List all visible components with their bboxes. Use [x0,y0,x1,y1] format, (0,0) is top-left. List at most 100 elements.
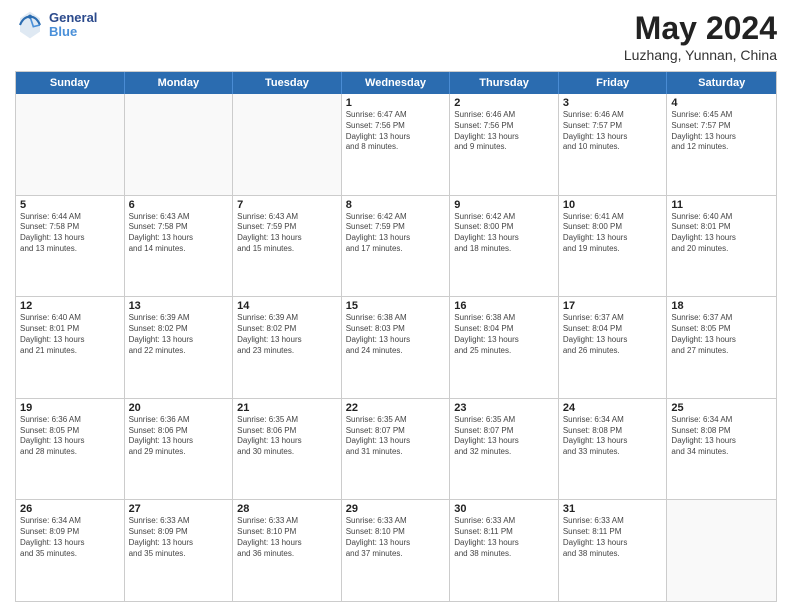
calendar-day-5: 5Sunrise: 6:44 AMSunset: 7:58 PMDaylight… [16,196,125,297]
day-info: Sunrise: 6:38 AMSunset: 8:03 PMDaylight:… [346,313,446,356]
day-number: 6 [129,199,229,211]
calendar-day-30: 30Sunrise: 6:33 AMSunset: 8:11 PMDayligh… [450,500,559,601]
calendar-week-4: 19Sunrise: 6:36 AMSunset: 8:05 PMDayligh… [16,399,776,501]
calendar-day-23: 23Sunrise: 6:35 AMSunset: 8:07 PMDayligh… [450,399,559,500]
day-info: Sunrise: 6:33 AMSunset: 8:10 PMDaylight:… [237,516,337,559]
calendar-empty-cell [16,94,125,195]
calendar-header-day-saturday: Saturday [667,72,776,94]
page: General Blue May 2024 Luzhang, Yunnan, C… [0,0,792,612]
day-number: 20 [129,402,229,414]
day-number: 21 [237,402,337,414]
calendar-week-2: 5Sunrise: 6:44 AMSunset: 7:58 PMDaylight… [16,196,776,298]
logo-line1: General [49,11,97,25]
calendar-day-19: 19Sunrise: 6:36 AMSunset: 8:05 PMDayligh… [16,399,125,500]
day-number: 2 [454,97,554,109]
day-info: Sunrise: 6:34 AMSunset: 8:08 PMDaylight:… [563,415,663,458]
day-number: 11 [671,199,772,211]
day-number: 7 [237,199,337,211]
day-number: 3 [563,97,663,109]
calendar-day-28: 28Sunrise: 6:33 AMSunset: 8:10 PMDayligh… [233,500,342,601]
page-subtitle: Luzhang, Yunnan, China [624,47,777,63]
day-number: 4 [671,97,772,109]
page-title: May 2024 [624,10,777,47]
day-info: Sunrise: 6:46 AMSunset: 7:56 PMDaylight:… [454,110,554,153]
day-info: Sunrise: 6:43 AMSunset: 7:59 PMDaylight:… [237,212,337,255]
day-info: Sunrise: 6:41 AMSunset: 8:00 PMDaylight:… [563,212,663,255]
calendar-day-9: 9Sunrise: 6:42 AMSunset: 8:00 PMDaylight… [450,196,559,297]
day-number: 5 [20,199,120,211]
calendar-day-10: 10Sunrise: 6:41 AMSunset: 8:00 PMDayligh… [559,196,668,297]
logo-icon [15,10,45,40]
calendar-day-18: 18Sunrise: 6:37 AMSunset: 8:05 PMDayligh… [667,297,776,398]
day-number: 16 [454,300,554,312]
calendar-day-20: 20Sunrise: 6:36 AMSunset: 8:06 PMDayligh… [125,399,234,500]
day-info: Sunrise: 6:34 AMSunset: 8:09 PMDaylight:… [20,516,120,559]
calendar-day-31: 31Sunrise: 6:33 AMSunset: 8:11 PMDayligh… [559,500,668,601]
day-info: Sunrise: 6:33 AMSunset: 8:11 PMDaylight:… [454,516,554,559]
day-number: 1 [346,97,446,109]
day-info: Sunrise: 6:47 AMSunset: 7:56 PMDaylight:… [346,110,446,153]
calendar-day-17: 17Sunrise: 6:37 AMSunset: 8:04 PMDayligh… [559,297,668,398]
day-info: Sunrise: 6:38 AMSunset: 8:04 PMDaylight:… [454,313,554,356]
day-number: 22 [346,402,446,414]
day-info: Sunrise: 6:33 AMSunset: 8:10 PMDaylight:… [346,516,446,559]
calendar-day-15: 15Sunrise: 6:38 AMSunset: 8:03 PMDayligh… [342,297,451,398]
day-info: Sunrise: 6:35 AMSunset: 8:06 PMDaylight:… [237,415,337,458]
header: General Blue May 2024 Luzhang, Yunnan, C… [15,10,777,63]
day-info: Sunrise: 6:36 AMSunset: 8:06 PMDaylight:… [129,415,229,458]
calendar-week-5: 26Sunrise: 6:34 AMSunset: 8:09 PMDayligh… [16,500,776,601]
calendar-header-day-monday: Monday [125,72,234,94]
day-info: Sunrise: 6:40 AMSunset: 8:01 PMDaylight:… [20,313,120,356]
day-number: 17 [563,300,663,312]
day-info: Sunrise: 6:42 AMSunset: 7:59 PMDaylight:… [346,212,446,255]
calendar-header-day-wednesday: Wednesday [342,72,451,94]
calendar-day-12: 12Sunrise: 6:40 AMSunset: 8:01 PMDayligh… [16,297,125,398]
day-info: Sunrise: 6:46 AMSunset: 7:57 PMDaylight:… [563,110,663,153]
calendar-day-25: 25Sunrise: 6:34 AMSunset: 8:08 PMDayligh… [667,399,776,500]
day-info: Sunrise: 6:37 AMSunset: 8:04 PMDaylight:… [563,313,663,356]
day-info: Sunrise: 6:39 AMSunset: 8:02 PMDaylight:… [237,313,337,356]
day-number: 15 [346,300,446,312]
calendar-day-6: 6Sunrise: 6:43 AMSunset: 7:58 PMDaylight… [125,196,234,297]
calendar-body: 1Sunrise: 6:47 AMSunset: 7:56 PMDaylight… [16,94,776,601]
calendar-day-3: 3Sunrise: 6:46 AMSunset: 7:57 PMDaylight… [559,94,668,195]
day-number: 24 [563,402,663,414]
day-number: 26 [20,503,120,515]
calendar-header-day-friday: Friday [559,72,668,94]
day-number: 13 [129,300,229,312]
calendar-day-13: 13Sunrise: 6:39 AMSunset: 8:02 PMDayligh… [125,297,234,398]
calendar-empty-cell [125,94,234,195]
calendar-empty-cell [667,500,776,601]
day-number: 29 [346,503,446,515]
day-info: Sunrise: 6:43 AMSunset: 7:58 PMDaylight:… [129,212,229,255]
calendar-week-3: 12Sunrise: 6:40 AMSunset: 8:01 PMDayligh… [16,297,776,399]
day-number: 12 [20,300,120,312]
day-number: 8 [346,199,446,211]
calendar-header-day-tuesday: Tuesday [233,72,342,94]
day-number: 19 [20,402,120,414]
day-number: 30 [454,503,554,515]
day-info: Sunrise: 6:35 AMSunset: 8:07 PMDaylight:… [454,415,554,458]
calendar-day-4: 4Sunrise: 6:45 AMSunset: 7:57 PMDaylight… [667,94,776,195]
day-number: 23 [454,402,554,414]
calendar-header-day-thursday: Thursday [450,72,559,94]
calendar-day-21: 21Sunrise: 6:35 AMSunset: 8:06 PMDayligh… [233,399,342,500]
calendar-day-26: 26Sunrise: 6:34 AMSunset: 8:09 PMDayligh… [16,500,125,601]
day-number: 28 [237,503,337,515]
day-number: 25 [671,402,772,414]
calendar-day-8: 8Sunrise: 6:42 AMSunset: 7:59 PMDaylight… [342,196,451,297]
day-info: Sunrise: 6:35 AMSunset: 8:07 PMDaylight:… [346,415,446,458]
day-number: 10 [563,199,663,211]
day-info: Sunrise: 6:42 AMSunset: 8:00 PMDaylight:… [454,212,554,255]
calendar-header: SundayMondayTuesdayWednesdayThursdayFrid… [16,72,776,94]
calendar-day-1: 1Sunrise: 6:47 AMSunset: 7:56 PMDaylight… [342,94,451,195]
day-info: Sunrise: 6:36 AMSunset: 8:05 PMDaylight:… [20,415,120,458]
calendar-day-16: 16Sunrise: 6:38 AMSunset: 8:04 PMDayligh… [450,297,559,398]
day-info: Sunrise: 6:45 AMSunset: 7:57 PMDaylight:… [671,110,772,153]
calendar-week-1: 1Sunrise: 6:47 AMSunset: 7:56 PMDaylight… [16,94,776,196]
calendar-day-29: 29Sunrise: 6:33 AMSunset: 8:10 PMDayligh… [342,500,451,601]
calendar-day-27: 27Sunrise: 6:33 AMSunset: 8:09 PMDayligh… [125,500,234,601]
day-info: Sunrise: 6:40 AMSunset: 8:01 PMDaylight:… [671,212,772,255]
calendar-day-14: 14Sunrise: 6:39 AMSunset: 8:02 PMDayligh… [233,297,342,398]
title-block: May 2024 Luzhang, Yunnan, China [624,10,777,63]
